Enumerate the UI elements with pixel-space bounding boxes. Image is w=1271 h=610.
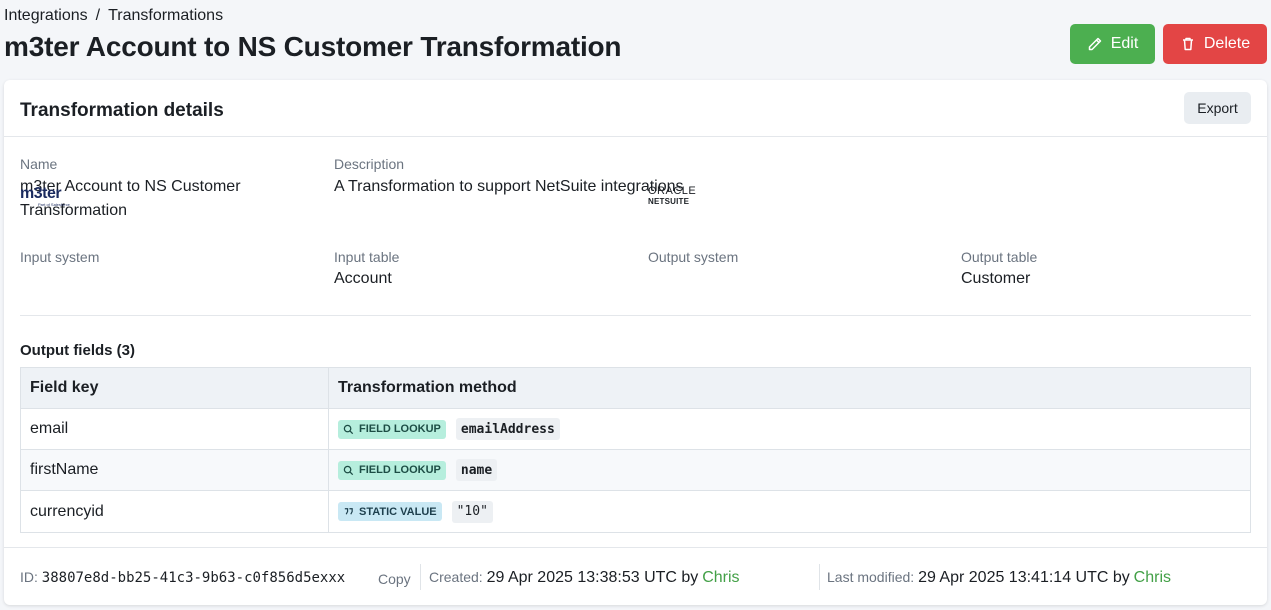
description-label: Description — [334, 156, 405, 172]
transformation-method-cell: FIELD LOOKUP name — [329, 450, 1250, 490]
field-key-cell: currencyid — [21, 491, 329, 532]
transformation-method-cell: FIELD LOOKUP emailAddress — [329, 409, 1250, 449]
id-value: 38807e8d-bb25-41c3-9b63-c0f856d5exxx — [41, 570, 346, 586]
modified-by-link[interactable]: Chris — [1134, 569, 1171, 586]
copy-id-button[interactable]: Copy — [378, 571, 411, 587]
search-icon — [343, 424, 354, 434]
field-lookup-tag: FIELD LOOKUP — [338, 460, 446, 480]
input-system-label: Input system — [20, 249, 100, 265]
pencil-icon — [1088, 37, 1101, 51]
input-table-label: Input table — [334, 249, 400, 265]
transformation-details-card: Transformation details Export Name m3ter… — [4, 80, 1267, 605]
field-lookup-tag: FIELD LOOKUP — [338, 419, 446, 439]
record-footer: ID: 38807e8d-bb25-41c3-9b63-c0f856d5exxx… — [4, 547, 1267, 605]
card-title: Transformation details — [20, 100, 224, 121]
transformation-method-cell: STATIC VALUE "10" — [329, 491, 1250, 532]
footer-separator — [819, 564, 820, 590]
name-label: Name — [20, 156, 58, 172]
table-header-row: Field key Transformation method — [21, 368, 1250, 409]
output-fields-table: Field key Transformation method email FI… — [20, 367, 1251, 533]
m3ter-logo-sub: Part of Salesforce — [38, 202, 70, 207]
trash-icon — [1182, 37, 1193, 51]
page-title: m3ter Account to NS Customer Transformat… — [4, 31, 622, 62]
tag-label: STATIC VALUE — [359, 505, 437, 518]
m3ter-logo-word: m3ter — [20, 185, 62, 202]
field-value-code: emailAddress — [455, 418, 560, 440]
table-row: currencyid STATIC VALUE "10" — [21, 491, 1250, 532]
modified-value: 29 Apr 2025 13:41:14 UTC by — [918, 569, 1130, 586]
table-row: email FIELD LOOKUP emailAddress — [21, 409, 1250, 450]
modified-label: Last modified: — [827, 569, 915, 585]
field-key-cell: email — [21, 409, 329, 449]
description-value: A Transformation to support NetSuite int… — [334, 178, 684, 195]
field-value-code: "10" — [451, 500, 493, 523]
output-table-value: Customer — [961, 270, 1031, 287]
transformation-method-header: Transformation method — [338, 379, 517, 396]
card-header: Transformation details Export — [4, 80, 1267, 137]
m3ter-logo: m3ter Part of Salesforce — [20, 186, 72, 208]
oracle-logo-word: ORACLE — [648, 185, 697, 197]
delete-button[interactable]: Delete — [1163, 24, 1267, 64]
field-key-cell: firstName — [21, 450, 329, 490]
edit-button-label: Edit — [1110, 35, 1139, 52]
breadcrumb-integrations-link[interactable]: Integrations — [4, 7, 88, 25]
input-table-value: Account — [334, 270, 392, 287]
static-value-tag: STATIC VALUE — [338, 502, 442, 521]
output-table-label: Output table — [961, 249, 1038, 265]
tag-label: FIELD LOOKUP — [359, 423, 441, 435]
search-icon — [343, 465, 354, 475]
netsuite-logo-word: NETSUITE — [648, 197, 690, 206]
breadcrumb: Integrations / Transformations — [4, 7, 223, 25]
id-label: ID: — [20, 569, 38, 585]
section-divider — [20, 315, 1251, 316]
output-system-label: Output system — [648, 249, 739, 265]
modified-info: Last modified: 29 Apr 2025 13:41:14 UTC … — [827, 569, 1171, 587]
export-button[interactable]: Export — [1184, 92, 1251, 124]
edit-button[interactable]: Edit — [1070, 24, 1155, 64]
field-value-code: name — [455, 459, 498, 481]
footer-separator — [420, 564, 421, 590]
netsuite-logo: ORACLE NETSUITE — [648, 186, 714, 208]
field-key-header: Field key — [21, 368, 329, 408]
breadcrumb-transformations-link[interactable]: Transformations — [108, 7, 223, 25]
created-value: 29 Apr 2025 13:38:53 UTC by — [486, 569, 699, 586]
delete-button-label: Delete — [1203, 35, 1251, 52]
tag-label: FIELD LOOKUP — [359, 464, 441, 476]
breadcrumb-separator: / — [95, 7, 101, 24]
created-info: Created: 29 Apr 2025 13:38:53 UTC by Chr… — [429, 569, 740, 587]
quote-icon — [344, 508, 353, 515]
created-by-link[interactable]: Chris — [702, 569, 739, 586]
created-label: Created: — [429, 569, 483, 585]
record-id: ID: 38807e8d-bb25-41c3-9b63-c0f856d5exxx — [20, 569, 345, 586]
table-row: firstName FIELD LOOKUP name — [21, 450, 1250, 491]
output-fields-title: Output fields (3) — [20, 342, 135, 359]
